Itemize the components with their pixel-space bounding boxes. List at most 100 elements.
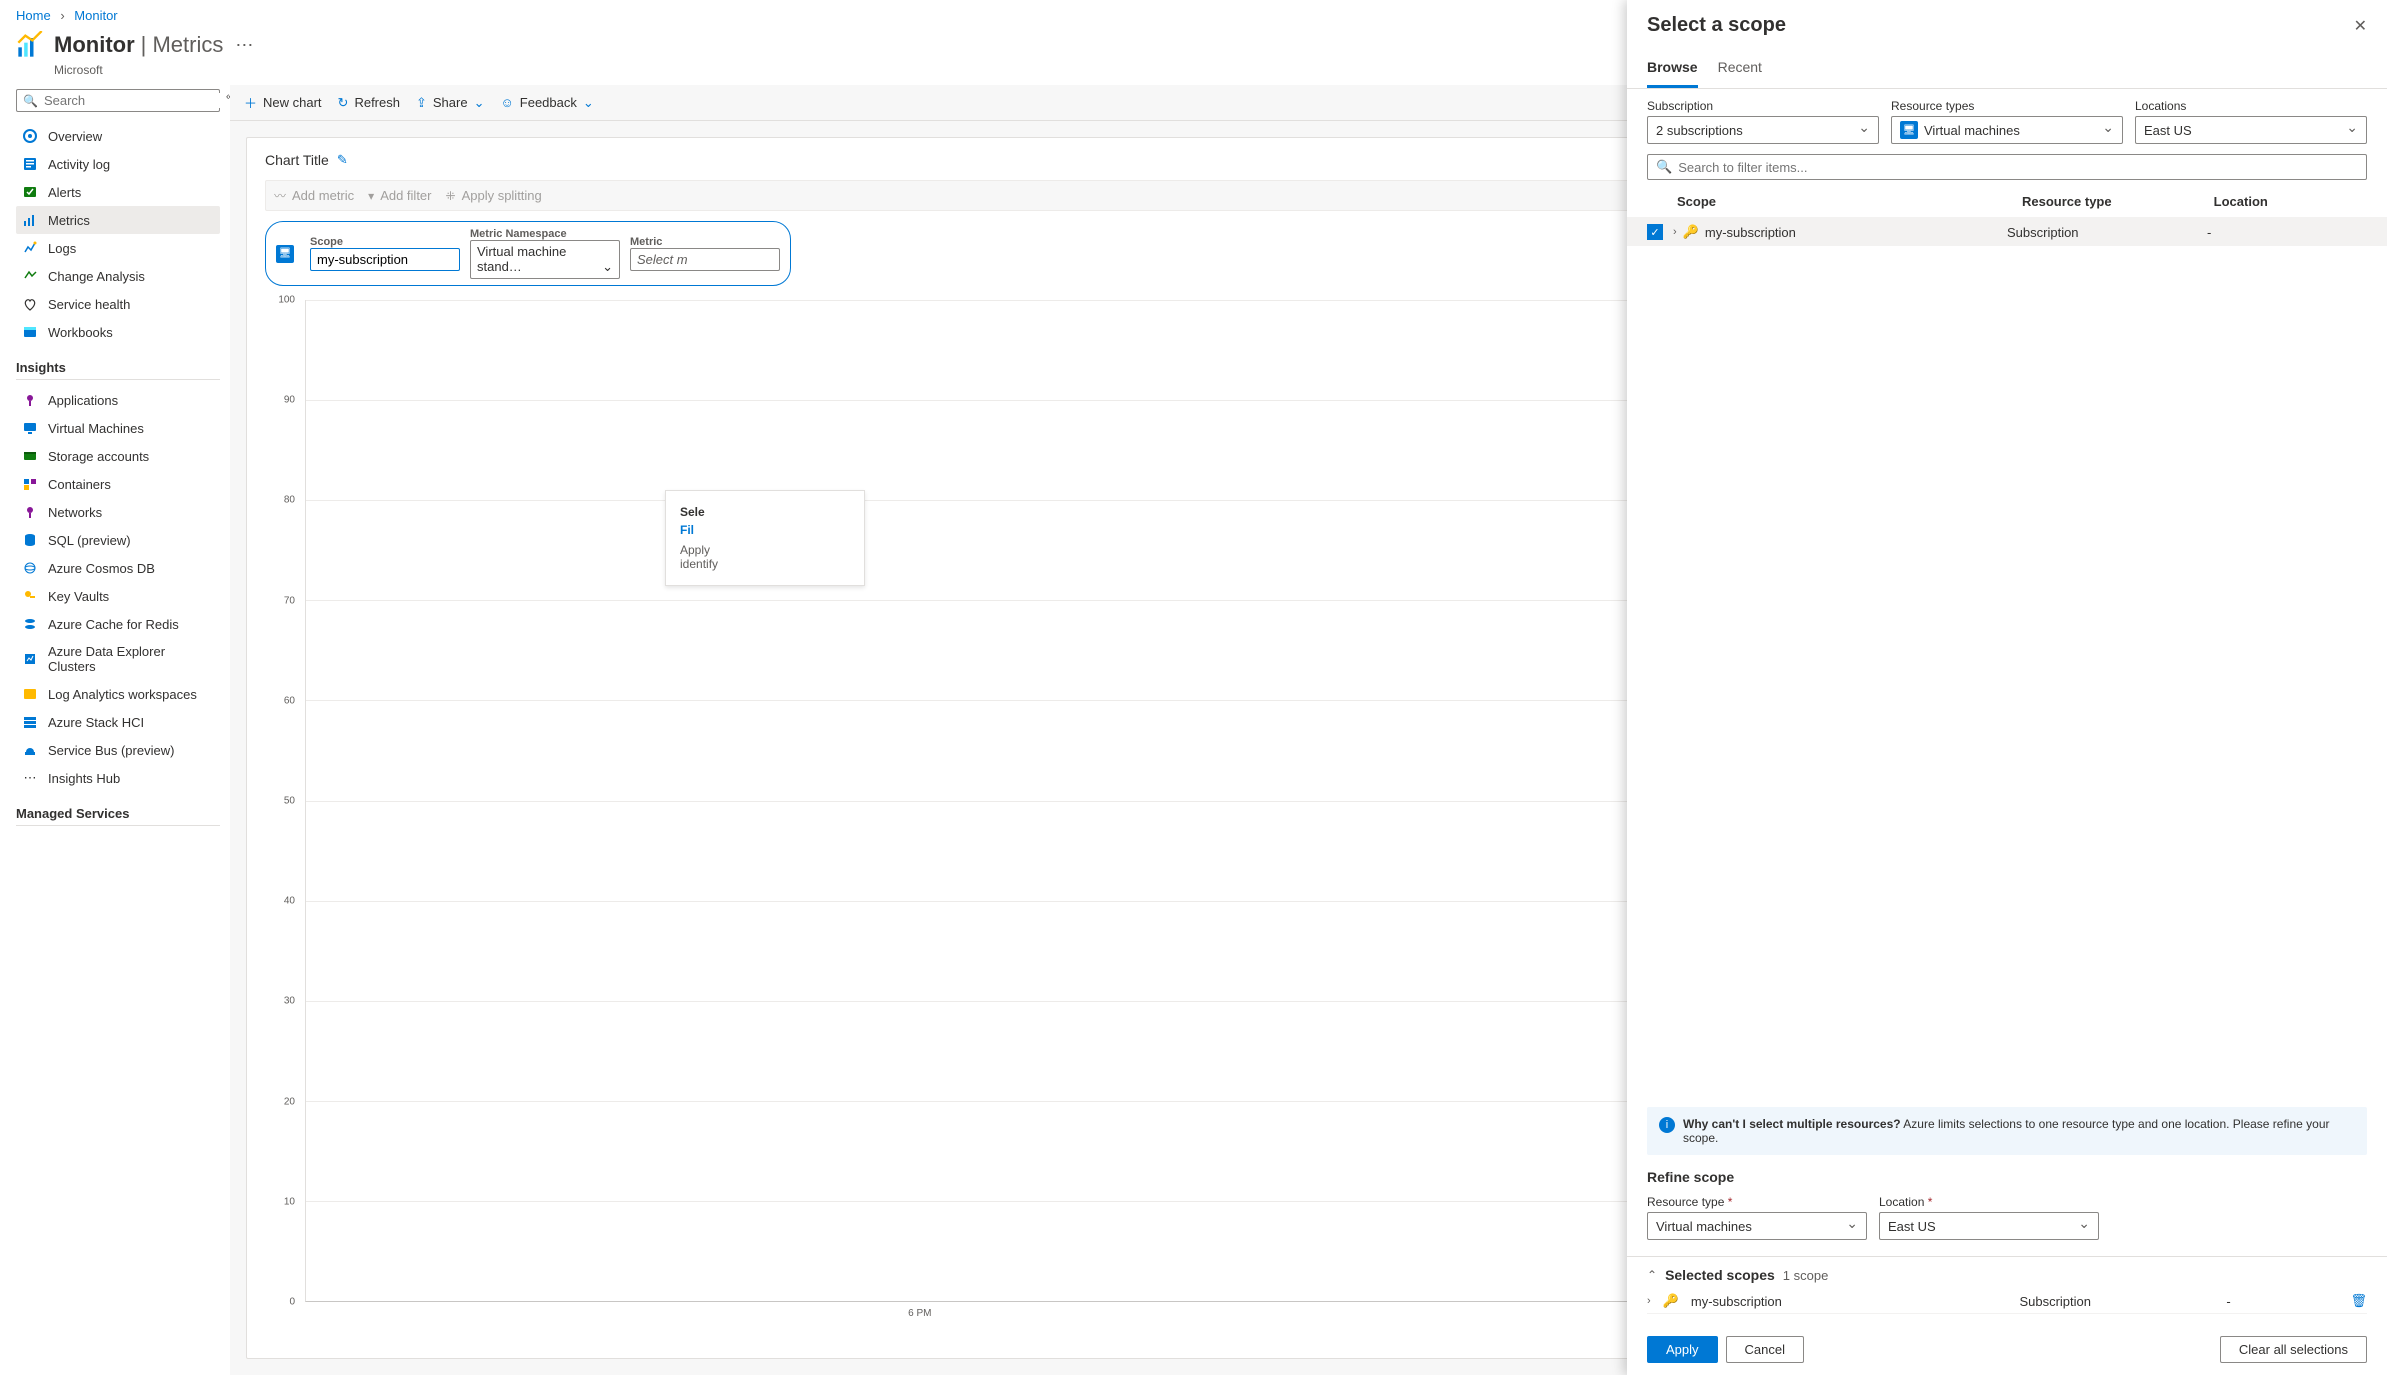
cancel-button[interactable]: Cancel — [1726, 1336, 1804, 1363]
share-button[interactable]: ⇪Share⌄ — [416, 95, 485, 111]
nav-redis[interactable]: Azure Cache for Redis — [16, 610, 220, 638]
nav-overview[interactable]: Overview — [16, 122, 220, 150]
activity-log-icon — [22, 156, 38, 172]
nav-workbooks[interactable]: Workbooks — [16, 318, 220, 346]
tab-recent[interactable]: Recent — [1718, 53, 1762, 88]
feedback-icon: ☺ — [501, 95, 514, 110]
breadcrumb-monitor[interactable]: Monitor — [74, 8, 117, 23]
vm-icon: 🖥 — [1900, 121, 1918, 139]
namespace-label: Metric Namespace — [470, 228, 620, 240]
cosmos-icon — [22, 560, 38, 576]
nav-cosmos[interactable]: Azure Cosmos DB — [16, 554, 220, 582]
insights-hub-icon: ⋯ — [22, 770, 38, 786]
chart-title: Chart Title — [265, 152, 329, 168]
nav-service-health[interactable]: Service health — [16, 290, 220, 318]
nav-alerts[interactable]: Alerts — [16, 178, 220, 206]
add-metric-button[interactable]: 〰Add metric — [274, 187, 354, 204]
info-banner: i Why can't I select multiple resources?… — [1647, 1107, 2367, 1155]
feedback-button[interactable]: ☺Feedback⌄ — [501, 95, 594, 111]
nav-metrics[interactable]: Metrics — [16, 206, 220, 234]
refine-rt-select[interactable]: Virtual machines — [1647, 1212, 1867, 1240]
nav-activity-log[interactable]: Activity log — [16, 150, 220, 178]
info-icon: i — [1659, 1117, 1675, 1133]
info-question: Why can't I select multiple resources? — [1683, 1117, 1901, 1131]
resource-types-label: Resource types — [1891, 99, 2123, 113]
nav-networks[interactable]: Networks — [16, 498, 220, 526]
nav-change-analysis[interactable]: Change Analysis — [16, 262, 220, 290]
nav-log-analytics[interactable]: Log Analytics workspaces — [16, 680, 220, 708]
nav-applications[interactable]: Applications — [16, 386, 220, 414]
sidebar-search-input[interactable] — [44, 93, 220, 108]
apply-splitting-button[interactable]: ⁜Apply splitting — [446, 187, 542, 204]
expand-icon[interactable]: › — [1673, 226, 1677, 238]
monitor-icon — [16, 31, 44, 59]
search-icon: 🔍 — [23, 94, 38, 108]
scope-search[interactable]: 🔍 — [1647, 154, 2367, 180]
col-location: Location — [2214, 194, 2367, 209]
nav-virtual-machines[interactable]: Virtual Machines — [16, 414, 220, 442]
applications-icon — [22, 392, 38, 408]
new-chart-button[interactable]: ＋New chart — [244, 93, 322, 112]
share-icon: ⇪ — [416, 95, 427, 111]
nav-storage[interactable]: Storage accounts — [16, 442, 220, 470]
x-tick: 6 PM — [908, 1308, 931, 1319]
refine-loc-select[interactable]: East US — [1879, 1212, 2099, 1240]
containers-icon — [22, 476, 38, 492]
breadcrumb-home[interactable]: Home — [16, 8, 51, 23]
scope-panel: Select a scope ✕ Browse Recent Subscript… — [1627, 0, 2387, 1375]
tab-browse[interactable]: Browse — [1647, 53, 1698, 88]
metric-select[interactable]: Select m — [630, 248, 780, 271]
nav-logs[interactable]: Logs — [16, 234, 220, 262]
hint-card: Sele Fil Apply identify — [665, 490, 865, 586]
divider — [16, 825, 220, 826]
scope-count: 1 scope — [1783, 1268, 1829, 1283]
resource-types-select[interactable]: 🖥Virtual machines — [1891, 116, 2123, 144]
more-menu-icon[interactable]: ⋯ — [235, 35, 253, 56]
subscription-select[interactable]: 2 subscriptions — [1647, 116, 1879, 144]
refine-rt-label: Resource type * — [1647, 1195, 1867, 1209]
chevron-down-icon: ⌄ — [474, 95, 485, 111]
add-filter-button[interactable]: ▾Add filter — [368, 187, 431, 204]
apply-button[interactable]: Apply — [1647, 1336, 1718, 1363]
hint-fil[interactable]: Fil — [680, 523, 850, 537]
sidebar-search[interactable]: 🔍 — [16, 89, 220, 112]
nav-stack-hci[interactable]: Azure Stack HCI — [16, 708, 220, 736]
locations-label: Locations — [2135, 99, 2367, 113]
refresh-button[interactable]: ↻Refresh — [338, 95, 400, 111]
scope-row[interactable]: ✓ › 🔑 my-subscription Subscription - — [1627, 218, 2387, 246]
scope-table-header: Scope Resource type Location — [1627, 186, 2387, 218]
refine-section: Refine scope Resource type * Virtual mac… — [1627, 1155, 2387, 1246]
selected-scopes-header[interactable]: ⌃ Selected scopes 1 scope — [1647, 1267, 2367, 1283]
col-scope: Scope — [1647, 194, 2022, 209]
clear-all-button[interactable]: Clear all selections — [2220, 1336, 2367, 1363]
expand-icon[interactable]: › — [1647, 1295, 1651, 1307]
nav-service-bus[interactable]: Service Bus (preview) — [16, 736, 220, 764]
scope-search-input[interactable] — [1678, 160, 2358, 175]
nav-sql[interactable]: SQL (preview) — [16, 526, 220, 554]
vm-icon: 🖥 — [276, 245, 294, 263]
service-health-icon — [22, 296, 38, 312]
y-axis: 100 90 80 70 60 50 40 30 20 10 0 — [265, 300, 301, 1302]
nav-insights-hub[interactable]: ⋯Insights Hub — [16, 764, 220, 792]
nav-containers[interactable]: Containers — [16, 470, 220, 498]
delete-scope-icon[interactable]: 🗑 — [2350, 1293, 2367, 1309]
redis-icon — [22, 616, 38, 632]
scope-input[interactable] — [310, 248, 460, 271]
ss-rt: Subscription — [2019, 1294, 2226, 1309]
action-row: Apply Cancel Clear all selections — [1627, 1324, 2387, 1375]
nav-adx[interactable]: Azure Data Explorer Clusters — [16, 638, 220, 680]
metric-scope-bar: 🖥 Scope Metric Namespace Virtual machine… — [265, 221, 791, 286]
scope-label: Scope — [310, 236, 460, 248]
refine-title: Refine scope — [1647, 1169, 2367, 1185]
ss-name: my-subscription — [1691, 1294, 1782, 1309]
logs-icon — [22, 240, 38, 256]
namespace-select[interactable]: Virtual machine stand… ⌄ — [470, 240, 620, 279]
ss-loc: - — [2226, 1294, 2350, 1309]
scope-checkbox[interactable]: ✓ — [1647, 224, 1663, 240]
close-icon[interactable]: ✕ — [2354, 16, 2367, 36]
chevron-up-icon: ⌃ — [1647, 1268, 1657, 1282]
locations-select[interactable]: East US — [2135, 116, 2367, 144]
edit-title-icon[interactable]: ✎ — [337, 152, 348, 168]
chevron-down-icon: ⌄ — [583, 95, 594, 111]
nav-keyvaults[interactable]: Key Vaults — [16, 582, 220, 610]
